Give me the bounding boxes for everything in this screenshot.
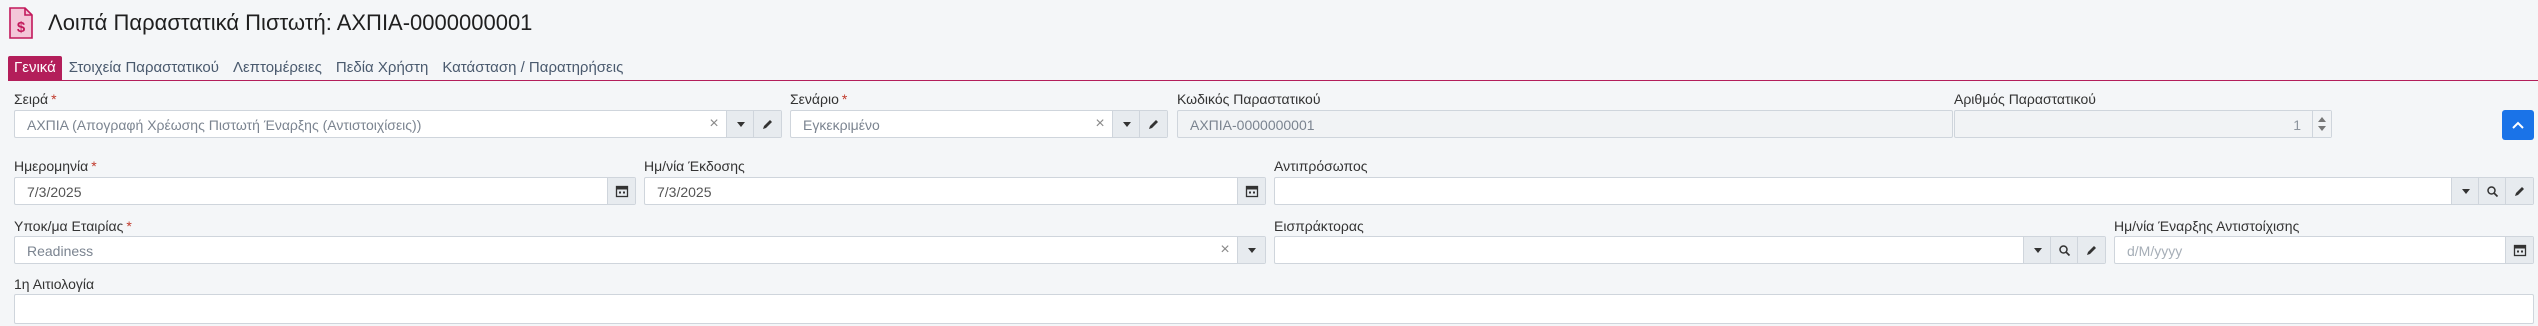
reason1-field[interactable]	[14, 294, 2534, 324]
tab-general[interactable]: Γενικά	[8, 56, 62, 80]
matching-start-field[interactable]: d/M/yyyy	[2114, 236, 2534, 264]
chevron-down-icon	[736, 121, 745, 127]
series-edit-button[interactable]	[753, 111, 781, 137]
branch-field[interactable]: Readiness ×	[14, 236, 1266, 264]
chevron-down-icon	[2033, 247, 2042, 253]
spin-down-icon[interactable]	[2318, 126, 2326, 131]
series-field[interactable]: ΑΧΠΙΑ (Απογραφή Χρέωσης Πιστωτή Έναρξης …	[14, 110, 782, 138]
date-value: 7/3/2025	[27, 184, 82, 200]
representative-field[interactable]	[1274, 177, 2534, 205]
date-calendar-button[interactable]	[607, 178, 635, 204]
series-label: Σειρά *	[14, 91, 57, 107]
series-value: ΑΧΠΙΑ (Απογραφή Χρέωσης Πιστωτή Έναρξης …	[27, 117, 422, 133]
representative-label: Αντιπρόσωπος	[1274, 158, 1368, 174]
calendar-icon	[2513, 244, 2526, 257]
doc-code-label: Κωδικός Παραστατικού	[1177, 91, 1321, 107]
collector-dropdown-button[interactable]	[2023, 237, 2051, 263]
scenario-label: Σενάριο *	[790, 91, 848, 107]
scenario-field[interactable]: Εγκεκριμένο ×	[790, 110, 1168, 138]
tab-divider	[8, 80, 2538, 81]
representative-edit-button[interactable]	[2505, 178, 2533, 204]
scenario-edit-button[interactable]	[1139, 111, 1167, 137]
scenario-value: Εγκεκριμένο	[803, 117, 880, 133]
matching-start-placeholder: d/M/yyyy	[2127, 243, 2183, 259]
spin-up-icon[interactable]	[2318, 117, 2326, 122]
calendar-icon	[1245, 185, 1258, 198]
matching-start-label: Ημ/νία Έναρξης Αντιστοίχισης	[2114, 218, 2300, 234]
tab-user-fields[interactable]: Πεδία Χρήστη	[329, 56, 435, 80]
pencil-icon	[2087, 245, 2096, 255]
branch-clear-icon[interactable]: ×	[1218, 242, 1232, 258]
pencil-icon	[763, 119, 772, 129]
issue-date-calendar-button[interactable]	[1237, 178, 1265, 204]
branch-dropdown-button[interactable]	[1237, 237, 1265, 263]
svg-text:$: $	[17, 19, 26, 36]
series-clear-icon[interactable]: ×	[707, 116, 721, 132]
doc-code-value: ΑΧΠΙΑ-0000000001	[1190, 117, 1315, 133]
doc-number-value: 1	[2293, 117, 2301, 133]
series-dropdown-button[interactable]	[726, 111, 754, 137]
branch-label: Υποκ/μα Εταιρίας *	[14, 218, 132, 234]
chevron-down-icon	[1247, 247, 1256, 253]
representative-dropdown-button[interactable]	[2451, 178, 2479, 204]
date-field[interactable]: 7/3/2025	[14, 177, 636, 205]
doc-number-spinner[interactable]	[2312, 111, 2331, 137]
calendar-icon	[615, 185, 628, 198]
reason1-label: 1η Αιτιολογία	[14, 276, 95, 292]
date-label: Ημερομηνία *	[14, 158, 97, 174]
issue-date-value: 7/3/2025	[657, 184, 712, 200]
document-dollar-icon: $	[9, 7, 33, 39]
page-title: Λοιπά Παραστατικά Πιστωτή: ΑΧΠΙΑ-0000000…	[48, 10, 533, 35]
scenario-dropdown-button[interactable]	[1112, 111, 1140, 137]
tab-details[interactable]: Λεπτομέρειες	[226, 56, 329, 80]
issue-date-label: Ημ/νία Έκδοσης	[644, 158, 745, 174]
pencil-icon	[1149, 119, 1158, 129]
pencil-icon	[2515, 186, 2524, 196]
branch-value: Readiness	[27, 243, 94, 259]
collector-label: Εισπράκτορας	[1274, 218, 1364, 234]
chevron-up-icon	[2512, 121, 2524, 129]
doc-number-label: Αριθμός Παραστατικού	[1954, 91, 2096, 107]
tab-document-info[interactable]: Στοιχεία Παραστατικού	[62, 56, 226, 80]
collector-field[interactable]	[1274, 236, 2106, 264]
chevron-down-icon	[1122, 121, 1131, 127]
representative-search-button[interactable]	[2478, 178, 2506, 204]
chevron-down-icon	[2461, 188, 2470, 194]
collector-search-button[interactable]	[2050, 237, 2078, 263]
issue-date-field[interactable]: 7/3/2025	[644, 177, 1266, 205]
search-icon	[2487, 185, 2499, 197]
matching-start-calendar-button[interactable]	[2505, 237, 2533, 263]
doc-code-field: ΑΧΠΙΑ-0000000001	[1177, 110, 1953, 138]
collector-edit-button[interactable]	[2077, 237, 2105, 263]
tab-bar: Γενικά Στοιχεία Παραστατικού Λεπτομέρειε…	[8, 56, 630, 80]
scenario-clear-icon[interactable]: ×	[1093, 116, 1107, 132]
collapse-button[interactable]	[2502, 110, 2534, 140]
search-icon	[2059, 244, 2071, 256]
tab-status-notes[interactable]: Κατάσταση / Παρατηρήσεις	[435, 56, 630, 80]
doc-number-field: 1	[1954, 110, 2332, 138]
